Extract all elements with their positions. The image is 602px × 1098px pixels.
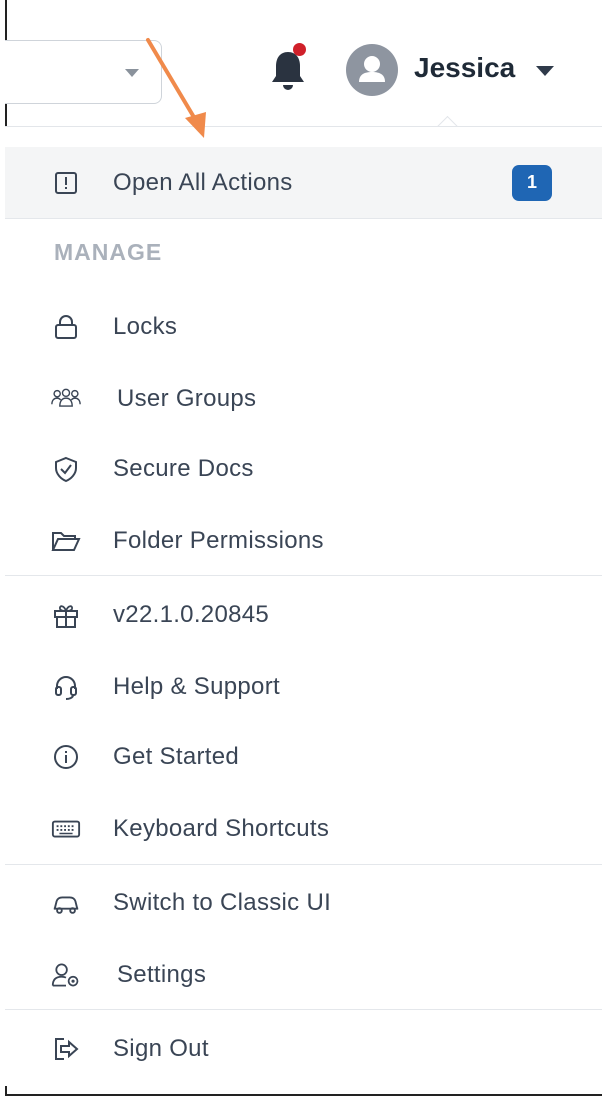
menu-item-get-started[interactable]: Get Started: [5, 721, 602, 793]
select-caret-icon: [125, 69, 139, 77]
menu-item-open-all-actions[interactable]: Open All Actions 1: [5, 147, 602, 219]
menu-divider: [5, 864, 602, 865]
menu-item-label: Settings: [117, 961, 207, 988]
avatar[interactable]: [346, 44, 398, 96]
actions-count-badge: 1: [512, 164, 552, 201]
menu-item-label: Keyboard Shortcuts: [113, 815, 330, 842]
menu-item-sign-out[interactable]: Sign Out: [5, 1013, 602, 1085]
menu-item-label: Help & Support: [113, 673, 280, 700]
lock-icon: [51, 312, 81, 342]
menu-item-secure-docs[interactable]: Secure Docs: [5, 433, 602, 505]
menu-item-keyboard-shortcuts[interactable]: Keyboard Shortcuts: [5, 793, 602, 865]
sign-out-icon: [51, 1034, 81, 1064]
users-icon: [51, 384, 81, 414]
menu-item-label: Open All Actions: [113, 168, 293, 196]
menu-item-label: Sign Out: [113, 1035, 209, 1062]
user-settings-icon: [51, 960, 81, 990]
menu-item-label: Folder Permissions: [113, 527, 324, 554]
menu-item-label: Locks: [113, 313, 178, 340]
select-dropdown[interactable]: [5, 40, 162, 104]
classic-car-icon: [51, 888, 81, 918]
menu-item-label: User Groups: [117, 385, 257, 412]
menu-item-folder-permissions[interactable]: Folder Permissions: [5, 505, 602, 577]
caret-down-icon[interactable]: [536, 66, 554, 76]
menu-item-help-support[interactable]: Help & Support: [5, 651, 602, 723]
user-dropdown-menu: Open All Actions 1 MANAGE Locks User Gro…: [5, 126, 602, 1086]
menu-item-locks[interactable]: Locks: [5, 291, 602, 363]
info-circle-icon: [51, 742, 81, 772]
gift-icon: [51, 600, 81, 630]
menu-item-version[interactable]: v22.1.0.20845: [5, 579, 602, 651]
menu-divider: [5, 1009, 602, 1010]
menu-item-label: Get Started: [113, 743, 240, 770]
menu-item-label: Switch to Classic UI: [113, 889, 332, 916]
menu-item-label: v22.1.0.20845: [113, 601, 270, 628]
menu-item-settings[interactable]: Settings: [5, 939, 602, 1011]
manage-section-heading: MANAGE: [54, 239, 163, 265]
menu-item-user-groups[interactable]: User Groups: [5, 363, 602, 435]
folder-open-icon: [51, 526, 81, 556]
shield-check-icon: [51, 454, 81, 484]
menu-item-switch-classic-ui[interactable]: Switch to Classic UI: [5, 867, 602, 939]
annotation-arrow: [140, 34, 220, 144]
headset-icon: [51, 672, 81, 702]
alert-square-icon: [51, 168, 81, 198]
menu-divider: [5, 575, 602, 576]
notification-dot: [293, 43, 306, 56]
menu-item-label: Secure Docs: [113, 455, 254, 482]
username[interactable]: Jessica: [414, 52, 515, 84]
keyboard-icon: [51, 814, 81, 844]
